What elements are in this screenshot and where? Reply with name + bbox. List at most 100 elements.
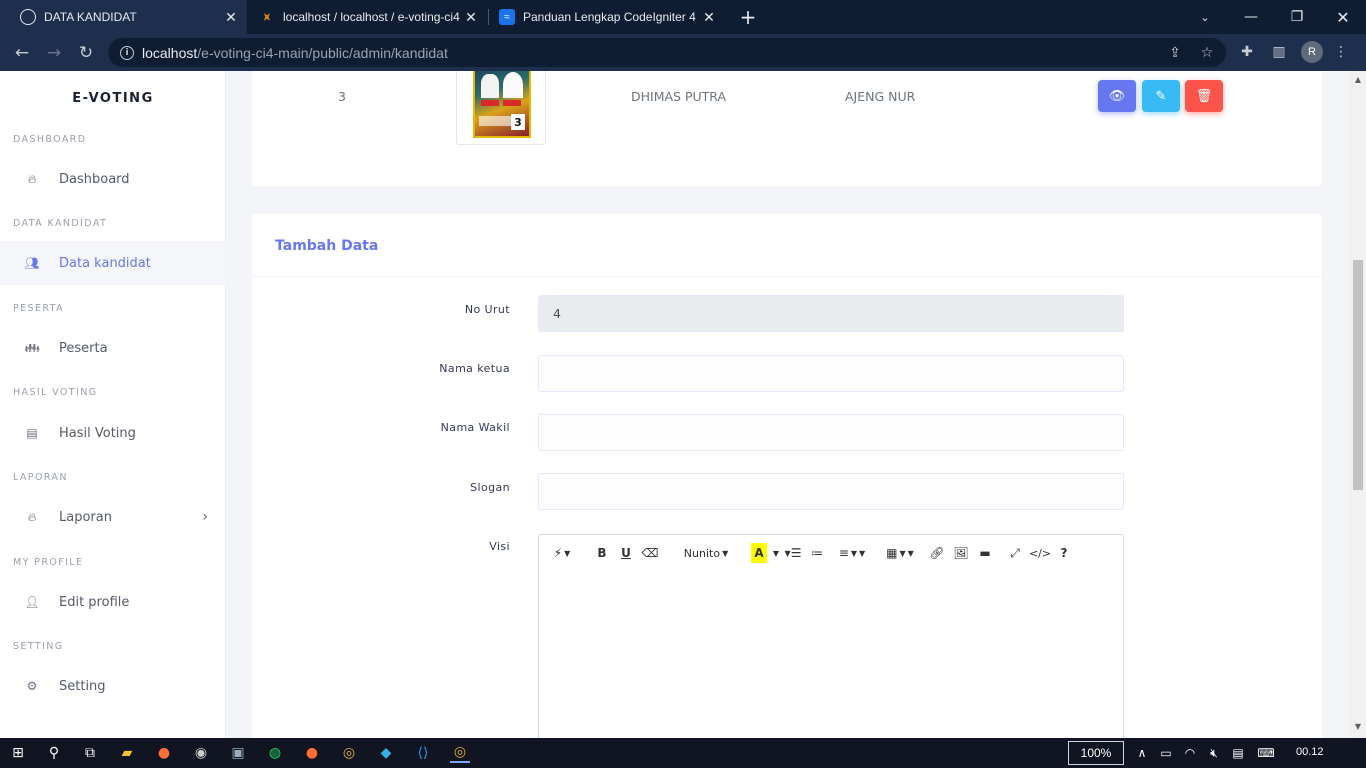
screen-app-icon[interactable]: ▣: [228, 743, 248, 763]
file-explorer-icon[interactable]: ▰: [117, 743, 137, 763]
font-family-value: Nunito: [683, 546, 721, 560]
new-tab-button[interactable]: +: [738, 5, 758, 29]
sidebar-item-label: Dashboard: [59, 171, 130, 187]
battery-icon[interactable]: ▭: [1156, 743, 1176, 763]
section-heading: SETTING: [13, 641, 64, 652]
wifi-icon[interactable]: ◠: [1180, 743, 1200, 763]
notification-icon[interactable]: ▤: [1228, 743, 1248, 763]
app-icon-blue[interactable]: ◆: [376, 743, 396, 763]
sidebar-item-data-kandidat[interactable]: 👥︎ Data kandidat: [0, 241, 226, 285]
edit-button[interactable]: ✎: [1142, 80, 1180, 112]
sidebar-item-hasil-voting[interactable]: ▤ Hasil Voting: [0, 411, 226, 455]
view-button[interactable]: 👁︎: [1098, 80, 1136, 112]
fullscreen-icon[interactable]: ⤢: [1007, 543, 1023, 563]
app-brand[interactable]: E-VOTING: [0, 91, 226, 106]
sidebar-item-setting[interactable]: ⚙ Setting: [0, 664, 226, 708]
label-visi: Visi: [489, 540, 510, 553]
fire-icon: 🔥︎: [27, 509, 37, 524]
firefox-icon[interactable]: ●: [154, 743, 174, 763]
video-icon[interactable]: ▬: [977, 543, 993, 563]
site-info-icon[interactable]: i: [120, 45, 134, 60]
forward-button[interactable]: →: [42, 41, 66, 65]
kandidat-table-card: 3 3 DHIMAS PUTRA AJENG NUR 👁︎ ✎ 🗑︎: [252, 71, 1322, 186]
table-icon[interactable]: ▦ ▼ ▼: [881, 543, 919, 563]
close-tab-icon[interactable]: ✕: [701, 9, 717, 26]
volume-muted-icon[interactable]: 🔇︎: [1204, 743, 1224, 763]
sidebar-item-edit-profile[interactable]: 👤︎ Edit profile: [0, 580, 226, 624]
code-view-icon[interactable]: </>: [1029, 543, 1051, 563]
image-icon[interactable]: 🖼︎: [953, 543, 969, 563]
tambah-data-card: Tambah Data No Urut 4 Nama ketua Nama Wa…: [252, 214, 1322, 738]
sidebar-item-laporan[interactable]: 🔥︎ Laporan ›: [0, 495, 226, 539]
chrome-active-icon[interactable]: ◎: [450, 743, 470, 763]
slogan-field[interactable]: [538, 473, 1124, 510]
help-icon[interactable]: ?: [1057, 543, 1071, 563]
delete-button[interactable]: 🗑︎: [1185, 80, 1223, 112]
close-tab-icon[interactable]: ✕: [223, 9, 239, 26]
nama-wakil-field[interactable]: [538, 414, 1124, 451]
menu-icon[interactable]: ⋮: [1330, 41, 1352, 63]
windows-taskbar: ⊞ ⚲ ⧉ ▰ ● ◉ ▣ ◍ ● ◎ ◆ ⟨⟩ ◎ 100% ∧ ▭ ◠ 🔇︎…: [0, 738, 1366, 768]
tab-phpmyadmin[interactable]: ⩙ localhost / localhost / e-voting-ci4 ✕: [249, 0, 487, 34]
tab-search-icon[interactable]: ⌄: [1182, 0, 1228, 34]
clock[interactable]: 00.12: [1296, 746, 1324, 758]
postman-icon[interactable]: ●: [302, 743, 322, 763]
link-icon[interactable]: 🔗︎: [929, 543, 945, 563]
address-bar[interactable]: i localhost/e-voting-ci4-main/public/adm…: [108, 38, 1226, 67]
chrome-icon[interactable]: ◎: [339, 743, 359, 763]
bold-icon[interactable]: B: [595, 543, 609, 563]
vscode-icon[interactable]: ⟨⟩: [413, 743, 433, 763]
label-nama-ketua: Nama ketua: [439, 362, 510, 375]
font-family-dropdown[interactable]: Nunito ▼: [675, 543, 737, 563]
bookmark-star-icon[interactable]: ☆: [1198, 44, 1216, 62]
close-tab-icon[interactable]: ✕: [463, 9, 479, 26]
sidebar: E-VOTING DASHBOARD 🔥︎ Dashboard DATA KAN…: [0, 71, 226, 738]
share-icon[interactable]: ⇪: [1166, 44, 1184, 62]
whatsapp-icon[interactable]: ◍: [265, 743, 285, 763]
magic-style-icon[interactable]: ⚡︎ ▼: [547, 543, 577, 563]
windows-start-icon[interactable]: ⊞: [8, 743, 28, 763]
side-panel-icon[interactable]: ▥: [1268, 41, 1290, 63]
restore-button[interactable]: ❐: [1274, 0, 1320, 34]
minimize-button[interactable]: —: [1228, 0, 1274, 34]
scroll-up-icon[interactable]: ▲: [1350, 75, 1366, 89]
nama-ketua-field[interactable]: [538, 355, 1124, 392]
visi-rich-text-editor[interactable]: ⚡︎ ▼ B U ⌫ Nunito ▼ A ▼ ▼ ☰ ≔ ≡ ▼ ▼ ▦ ▼ ▼ 🔗︎ 🖼︎…: [538, 534, 1124, 738]
zoom-indicator[interactable]: 100%: [1068, 741, 1124, 765]
main-content: 3 3 DHIMAS PUTRA AJENG NUR 👁︎ ✎ 🗑︎ Tamba…: [226, 71, 1350, 738]
section-heading: HASIL VOTING: [13, 387, 98, 398]
section-heading: DATA KANDIDAT: [13, 218, 108, 229]
search-icon[interactable]: ⚲: [44, 743, 64, 763]
reload-button[interactable]: ↻: [74, 41, 98, 65]
numbered-list-icon[interactable]: ≔: [809, 543, 825, 563]
scroll-down-icon[interactable]: ▼: [1350, 722, 1366, 736]
font-color-icon[interactable]: A: [751, 543, 767, 563]
back-button[interactable]: ←: [10, 41, 34, 65]
sidebar-item-label: Peserta: [59, 340, 108, 356]
sidebar-item-dashboard[interactable]: 🔥︎ Dashboard: [0, 157, 226, 201]
url-host: localhost: [142, 44, 198, 61]
task-view-icon[interactable]: ⧉: [80, 743, 100, 763]
app-icon[interactable]: ◉: [191, 743, 211, 763]
extensions-icon[interactable]: ✚: [1236, 41, 1258, 63]
no-urut-field[interactable]: 4: [538, 295, 1124, 332]
paragraph-align-icon[interactable]: ≡ ▼ ▼: [833, 543, 871, 563]
eraser-icon[interactable]: ⌫: [642, 543, 659, 563]
underline-icon[interactable]: U: [619, 543, 633, 563]
tab-data-kandidat[interactable]: DATA KANDIDAT ✕: [0, 0, 247, 34]
profile-avatar[interactable]: R: [1301, 41, 1323, 63]
keyboard-icon[interactable]: ⌨: [1254, 743, 1278, 763]
user-edit-icon: 👤︎: [24, 595, 40, 609]
font-color-dropdown[interactable]: ▼: [769, 543, 781, 563]
sidebar-item-peserta[interactable]: 👪︎ Peserta: [0, 326, 226, 370]
page-scrollbar[interactable]: ▲ ▼: [1350, 71, 1366, 738]
scrollbar-thumb[interactable]: [1353, 260, 1363, 490]
sidebar-item-label: Laporan: [59, 509, 112, 525]
sidebar-item-label: Hasil Voting: [59, 425, 136, 441]
bullet-list-icon[interactable]: ▼ ☰: [783, 543, 802, 563]
close-window-button[interactable]: ✕: [1320, 0, 1366, 34]
label-no-urut: No Urut: [464, 303, 510, 316]
cogs-icon: ⚙: [26, 679, 38, 693]
tab-codeigniter-guide[interactable]: ≈ Panduan Lengkap CodeIgniter 4 ✕: [489, 0, 725, 34]
show-hidden-icons[interactable]: ∧: [1132, 743, 1152, 763]
